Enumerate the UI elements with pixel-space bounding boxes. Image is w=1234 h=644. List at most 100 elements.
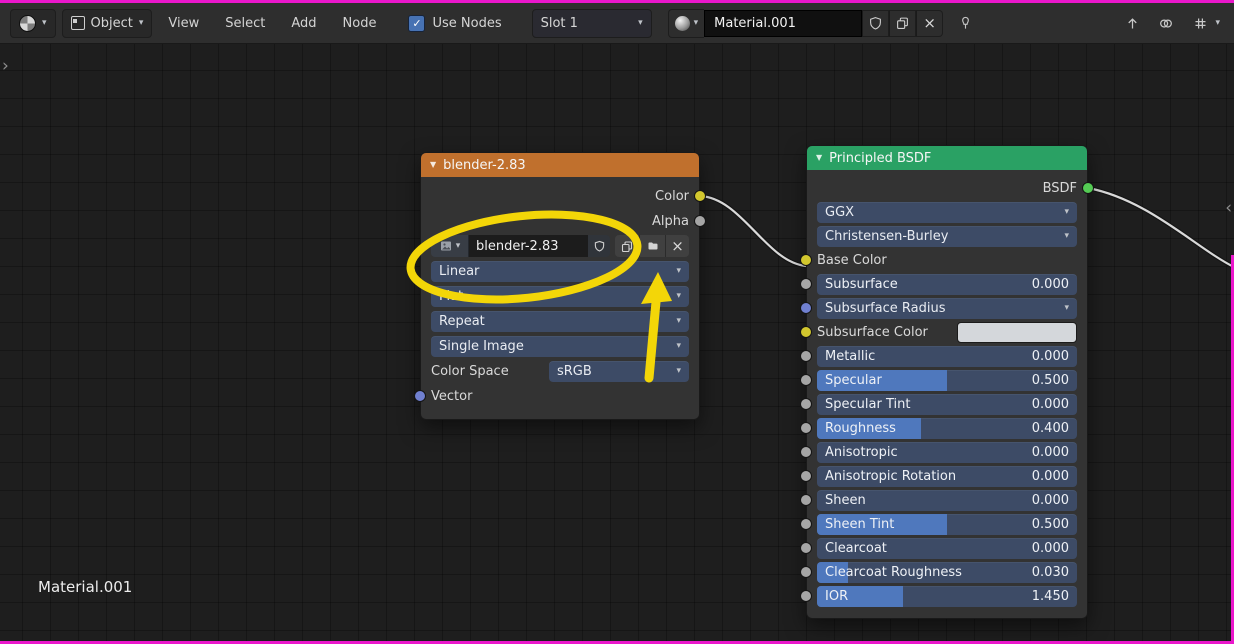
folder-icon <box>648 242 657 250</box>
output-row-color: Color <box>431 185 706 207</box>
menu-view[interactable]: View <box>158 16 209 31</box>
principled-bsdf-node[interactable]: ▼ Principled BSDF BSDF GGX ▾ Christensen… <box>800 145 1094 619</box>
image-fake-user-button[interactable] <box>588 235 610 257</box>
projection-dropdown[interactable]: Flat ▾ <box>431 285 689 307</box>
distribution-dropdown[interactable]: GGX ▾ <box>817 201 1077 223</box>
input-socket-sheen[interactable] <box>800 494 812 506</box>
slider-label: Roughness <box>825 420 896 436</box>
material-sphere-icon <box>674 15 690 31</box>
slider-subsurface[interactable]: Subsurface 0.000 <box>817 273 1077 295</box>
input-socket-base-color[interactable] <box>800 254 812 266</box>
slider-value: 0.500 <box>1031 372 1069 388</box>
input-socket-metallic[interactable] <box>800 350 812 362</box>
parent-tree-button[interactable] <box>1119 10 1145 36</box>
input-socket-ior[interactable] <box>800 590 812 602</box>
image-node-header[interactable]: ▼ blender-2.83 <box>421 153 699 177</box>
input-socket-anisotropic-rotation[interactable] <box>800 470 812 482</box>
editor-type-dropdown[interactable]: ▾ <box>10 8 56 38</box>
unlink-material-button[interactable]: × <box>916 9 944 37</box>
slider-specular-tint[interactable]: Specular Tint 0.000 <box>817 393 1077 415</box>
dropdown-subsurface-radius[interactable]: Subsurface Radius ▾ <box>817 297 1077 319</box>
snapping-button[interactable] <box>1187 10 1213 36</box>
color-swatch-subsurface-color[interactable] <box>957 321 1077 343</box>
use-nodes-toggle[interactable]: ✓ Use Nodes <box>408 14 502 32</box>
color-space-dropdown[interactable]: sRGB ▾ <box>549 360 689 382</box>
input-socket-specular-tint[interactable] <box>800 398 812 410</box>
slider-value: 0.000 <box>1031 348 1069 364</box>
source-dropdown[interactable]: Single Image ▾ <box>431 335 689 357</box>
chevron-down-icon: ▾ <box>676 365 681 376</box>
extension-row: Repeat ▾ <box>431 310 689 332</box>
image-browse-dropdown[interactable]: ▾ <box>431 235 469 257</box>
shader-editor: ▾ Object ▾ View Select Add Node ✓ Use No… <box>0 0 1234 644</box>
bsdf-node-header[interactable]: ▼ Principled BSDF <box>807 146 1087 170</box>
chevron-down-icon: ▾ <box>455 240 461 251</box>
interpolation-dropdown[interactable]: Linear ▾ <box>431 260 689 282</box>
slider-roughness[interactable]: Roughness 0.400 <box>817 417 1077 439</box>
input-socket-clearcoat-roughness[interactable] <box>800 566 812 578</box>
region-expand-right[interactable]: ‹ <box>1225 198 1232 218</box>
slider-anisotropic-rotation[interactable]: Anisotropic Rotation 0.000 <box>817 465 1077 487</box>
collapse-icon[interactable]: ▼ <box>816 154 822 162</box>
image-open-button[interactable] <box>639 235 665 257</box>
overlays-button[interactable] <box>1153 10 1179 36</box>
input-socket-subsurface-radius[interactable] <box>800 302 812 314</box>
menu-select[interactable]: Select <box>215 16 275 31</box>
slider-value: 0.400 <box>1031 420 1069 436</box>
image-unlink-button[interactable]: × <box>665 235 689 257</box>
input-socket-subsurface[interactable] <box>800 278 812 290</box>
slider-specular[interactable]: Specular 0.500 <box>817 369 1077 391</box>
menu-add[interactable]: Add <box>281 16 326 31</box>
slider-clearcoat-roughness[interactable]: Clearcoat Roughness 0.030 <box>817 561 1077 583</box>
slider-clearcoat[interactable]: Clearcoat 0.000 <box>817 537 1077 559</box>
menu-node[interactable]: Node <box>333 16 387 31</box>
chevron-down-icon: ▾ <box>42 17 47 28</box>
subsurface-method-dropdown[interactable]: Christensen-Burley ▾ <box>817 225 1077 247</box>
slider-anisotropic[interactable]: Anisotropic 0.000 <box>817 441 1077 463</box>
browse-material-dropdown[interactable]: ▾ <box>667 8 705 38</box>
fake-user-button[interactable] <box>862 9 890 37</box>
input-socket-subsurface-color[interactable] <box>800 326 812 338</box>
slider-sheen-tint[interactable]: Sheen Tint 0.500 <box>817 513 1077 535</box>
output-socket-color[interactable] <box>694 190 706 202</box>
material-slot-dropdown[interactable]: Slot 1 ▾ <box>531 8 652 38</box>
shader-type-label: Object <box>90 15 133 31</box>
source-row: Single Image ▾ <box>431 335 689 357</box>
input-socket-anisotropic[interactable] <box>800 446 812 458</box>
region-expand-left[interactable]: › <box>2 56 9 76</box>
pin-button[interactable] <box>958 15 973 31</box>
input-socket-specular[interactable] <box>800 374 812 386</box>
close-icon: × <box>671 236 684 255</box>
slider-label: Specular Tint <box>825 396 911 412</box>
material-name-field[interactable]: Material.001 <box>704 9 863 37</box>
use-nodes-checkbox[interactable]: ✓ <box>408 14 426 32</box>
up-arrow-icon <box>1128 17 1137 28</box>
dropdown-label: Linear <box>439 263 480 279</box>
output-socket-alpha[interactable] <box>694 215 706 227</box>
snapping-control[interactable]: ▾ <box>1187 10 1220 36</box>
new-material-button[interactable] <box>889 9 917 37</box>
material-name-group: ▾ Material.001 × <box>667 8 944 38</box>
copy-icon <box>897 17 909 29</box>
image-name-field[interactable]: blender-2.83 <box>469 235 588 257</box>
extension-dropdown[interactable]: Repeat ▾ <box>431 310 689 332</box>
image-copy-button[interactable] <box>615 235 639 257</box>
input-socket-clearcoat[interactable] <box>800 542 812 554</box>
slider-sheen[interactable]: Sheen 0.000 <box>817 489 1077 511</box>
slider-label: Sheen Tint <box>825 516 895 532</box>
collapse-icon[interactable]: ▼ <box>430 161 436 169</box>
slider-value: 0.000 <box>1031 396 1069 412</box>
dropdown-label: Subsurface Radius <box>825 300 946 316</box>
image-texture-node[interactable]: ▼ blender-2.83 Color Alpha ▾ blender-2.8… <box>414 152 706 420</box>
dropdown-label: sRGB <box>557 363 592 379</box>
input-socket-sheen-tint[interactable] <box>800 518 812 530</box>
slider-metallic[interactable]: Metallic 0.000 <box>817 345 1077 367</box>
output-socket-bsdf[interactable] <box>1082 182 1094 194</box>
shader-type-dropdown[interactable]: Object ▾ <box>61 8 153 38</box>
object-icon <box>70 16 85 30</box>
slider-label: IOR <box>825 588 849 604</box>
bsdf-row-anisotropic-rotation: Anisotropic Rotation 0.000 <box>800 465 1077 487</box>
input-socket-vector[interactable] <box>414 390 426 402</box>
slider-ior[interactable]: IOR 1.450 <box>817 585 1077 607</box>
input-socket-roughness[interactable] <box>800 422 812 434</box>
